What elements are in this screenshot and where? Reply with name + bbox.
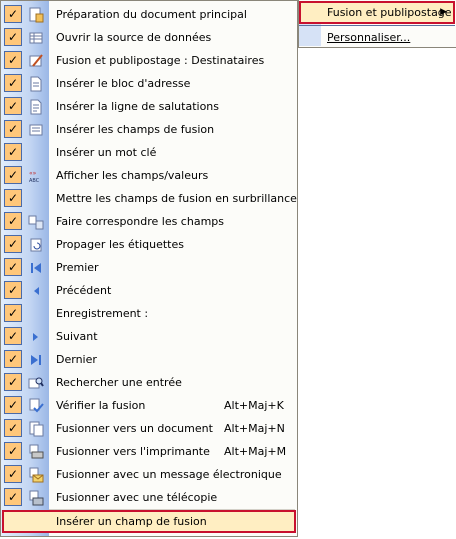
svg-text:«»: «» (29, 170, 37, 177)
address-block-icon (30, 76, 42, 92)
menu-item-preparation-document[interactable]: ✓ Préparation du document principal (2, 3, 296, 26)
checkmark-icon: ✓ (4, 51, 22, 69)
data-source-icon (29, 32, 43, 44)
menu-item-highlight-fields[interactable]: ✓ Mettre les champs de fusion en surbril… (2, 187, 297, 210)
menu-item-view-fields[interactable]: ✓ «» ABC Afficher les champs/valeurs (2, 164, 296, 187)
submenu-item-customize[interactable]: Personnaliser... (299, 25, 455, 49)
checkmark-icon: ✓ (4, 442, 22, 460)
checkmark-icon: ✓ (4, 5, 22, 23)
menu-item-open-data-source[interactable]: ✓ Ouvrir la source de données (2, 26, 296, 49)
checkmark-icon: ✓ (4, 74, 22, 92)
menu-item-merge-fields[interactable]: ✓ Insérer les champs de fusion (2, 118, 296, 141)
merge-to-fax-icon (29, 490, 44, 506)
menu-item-merge-to-email[interactable]: ✓ Fusionner avec un message électronique (2, 463, 296, 486)
menu-item-insert-merge-field[interactable]: Insérer un champ de fusion (2, 510, 296, 533)
menu-item-next[interactable]: ✓ Suivant (2, 325, 296, 348)
checkmark-icon: ✓ (4, 488, 22, 506)
menu-item-match-fields[interactable]: ✓ Faire correspondre les champs (2, 210, 296, 233)
menu-item-propagate-labels[interactable]: ✓ Propager les étiquettes (2, 233, 296, 256)
menu-item-merge-to-document[interactable]: ✓ Fusionner vers un document Alt+Maj+N (2, 417, 296, 440)
menu-item-insert-keyword[interactable]: ✓ Insérer un mot clé (2, 141, 296, 164)
checkmark-icon: ✓ (4, 166, 22, 184)
menu-item-previous[interactable]: ✓ Précédent (2, 279, 296, 302)
view-fields-icon: «»ABC (29, 170, 40, 184)
propagate-labels-icon (30, 238, 42, 252)
menu-item-address-block[interactable]: ✓ Insérer le bloc d'adresse (2, 72, 296, 95)
checkmark-icon: ✓ (4, 235, 22, 253)
checkmark-icon: ✓ (4, 143, 22, 161)
chevron-right-icon: ▶ (440, 7, 447, 17)
menu-item-record[interactable]: ✓ Enregistrement : (2, 302, 296, 325)
checkmark-icon: ✓ (4, 258, 22, 276)
match-fields-icon (28, 215, 44, 230)
svg-text:ABC: ABC (29, 178, 40, 184)
checkmark-icon: ✓ (4, 120, 22, 138)
checkmark-icon: ✓ (4, 373, 22, 391)
main-doc-icon (29, 7, 44, 23)
menu-item-recipients[interactable]: ✓ Fusion et publipostage : Destinataires (2, 49, 296, 72)
greeting-line-icon (30, 99, 42, 115)
submenu-panel: Fusion et publipostage ▶ Personnaliser..… (298, 0, 456, 48)
checkmark-icon: ✓ (4, 97, 22, 115)
checkmark-icon: ✓ (4, 350, 22, 368)
checkmark-icon: ✓ (4, 28, 22, 46)
checkmark-icon: ✓ (4, 281, 22, 299)
check-merge-icon (29, 398, 44, 413)
checkmark-icon: ✓ (4, 327, 22, 345)
menu-item-last[interactable]: ✓ Dernier (2, 348, 296, 371)
last-record-icon (31, 355, 41, 365)
merge-to-document-icon (29, 421, 44, 437)
checkmark-icon: ✓ (4, 212, 22, 230)
menu-item-first[interactable]: ✓ Premier (2, 256, 296, 279)
merge-to-email-icon (29, 467, 44, 483)
next-record-icon (33, 333, 38, 341)
menu-item-merge-to-fax[interactable]: ✓ Fusionner avec une télécopie (2, 486, 296, 509)
checkmark-icon: ✓ (4, 304, 22, 322)
menu-item-check-merge[interactable]: ✓ Vérifier la fusion Alt+Maj+K (2, 394, 296, 417)
checkmark-icon: ✓ (4, 189, 22, 207)
previous-record-icon (34, 287, 39, 295)
recipients-icon (29, 54, 43, 67)
menu-item-find-entry[interactable]: ✓ Rechercher une entrée (2, 371, 296, 394)
toolbar-options-menu: ✓ Préparation du document principal ✓ Ou… (0, 0, 298, 537)
find-entry-icon (28, 377, 44, 389)
menu-item-greeting-line[interactable]: ✓ Insérer la ligne de salutations (2, 95, 296, 118)
checkmark-icon: ✓ (4, 419, 22, 437)
menu-item-merge-to-printer[interactable]: ✓ Fusionner vers l'imprimante Alt+Maj+M (2, 440, 296, 463)
checkmark-icon: ✓ (4, 396, 22, 414)
submenu-item-fusion-publipostage[interactable]: Fusion et publipostage ▶ (299, 1, 455, 24)
first-record-icon (31, 263, 41, 273)
merge-fields-icon (29, 124, 43, 136)
merge-to-printer-icon (29, 444, 44, 459)
checkmark-icon: ✓ (4, 465, 22, 483)
